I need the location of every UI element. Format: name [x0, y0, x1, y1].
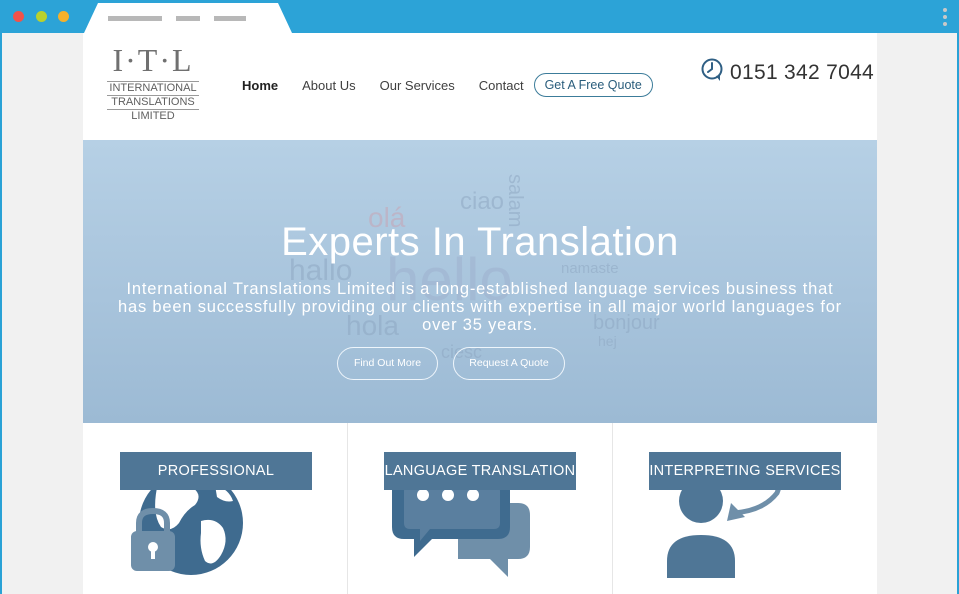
phone-number: 0151 342 7044: [730, 60, 875, 84]
hero-title: Experts In Translation: [281, 220, 679, 264]
phone-clock-icon: [700, 58, 724, 87]
maximize-window-button[interactable]: [58, 11, 69, 22]
nav-item-contact[interactable]: Contact: [479, 78, 524, 93]
word-cloud-item: hej: [598, 333, 617, 349]
web-page: I·T·L INTERNATIONAL TRANSLATIONS LIMITED…: [83, 33, 877, 594]
feature-card-interpreting-services[interactable]: INTERPRETING SERVICES: [613, 423, 877, 594]
logo-mark: I·T·L: [112, 42, 194, 78]
site-logo[interactable]: I·T·L INTERNATIONAL TRANSLATIONS LIMITED: [107, 43, 199, 123]
globe-lock-icon: [131, 471, 243, 575]
logo-text-line: LIMITED: [131, 110, 175, 122]
speech-bubbles-icon: [392, 475, 530, 577]
feature-section: PROFESSIONAL LANGUAGE TRANSLATION INTERP…: [83, 423, 877, 594]
hero-description: International Translations Limited is a …: [118, 280, 842, 334]
feature-label: LANGUAGE TRANSLATION: [384, 452, 576, 490]
free-quote-button[interactable]: Get A Free Quote: [533, 73, 653, 97]
tab-title-placeholder: [108, 16, 162, 21]
hero-banner: hello ciao olá hallo hola salam namaste …: [83, 140, 877, 423]
browser-viewport: I·T·L INTERNATIONAL TRANSLATIONS LIMITED…: [2, 33, 957, 594]
tab-title-placeholder: [176, 16, 200, 21]
browser-tab[interactable]: [84, 3, 292, 33]
feature-label: INTERPRETING SERVICES: [649, 452, 841, 490]
feature-label: PROFESSIONAL: [120, 452, 312, 490]
feature-card-language-translation[interactable]: LANGUAGE TRANSLATION: [348, 423, 612, 594]
nav-item-home[interactable]: Home: [242, 78, 278, 93]
feature-card-professional[interactable]: PROFESSIONAL: [83, 423, 347, 594]
word-cloud-item: ciao: [460, 188, 505, 215]
nav-item-about-us[interactable]: About Us: [302, 78, 355, 93]
logo-text-line: INTERNATIONAL: [109, 82, 197, 94]
person-speech-icon: [667, 461, 782, 578]
logo-text-line: TRANSLATIONS: [107, 95, 199, 110]
find-out-more-button[interactable]: Find Out More: [337, 347, 438, 380]
vertical-dots-icon[interactable]: [942, 8, 948, 29]
request-quote-button[interactable]: Request A Quote: [453, 347, 565, 380]
minimize-window-button[interactable]: [36, 11, 47, 22]
phone-contact[interactable]: 0151 342 7044: [700, 58, 874, 87]
tab-title-placeholder: [214, 16, 246, 21]
main-navigation: Home About Us Our Services Contact Get A…: [242, 73, 653, 97]
nav-item-our-services[interactable]: Our Services: [380, 78, 455, 93]
close-window-button[interactable]: [13, 11, 24, 22]
